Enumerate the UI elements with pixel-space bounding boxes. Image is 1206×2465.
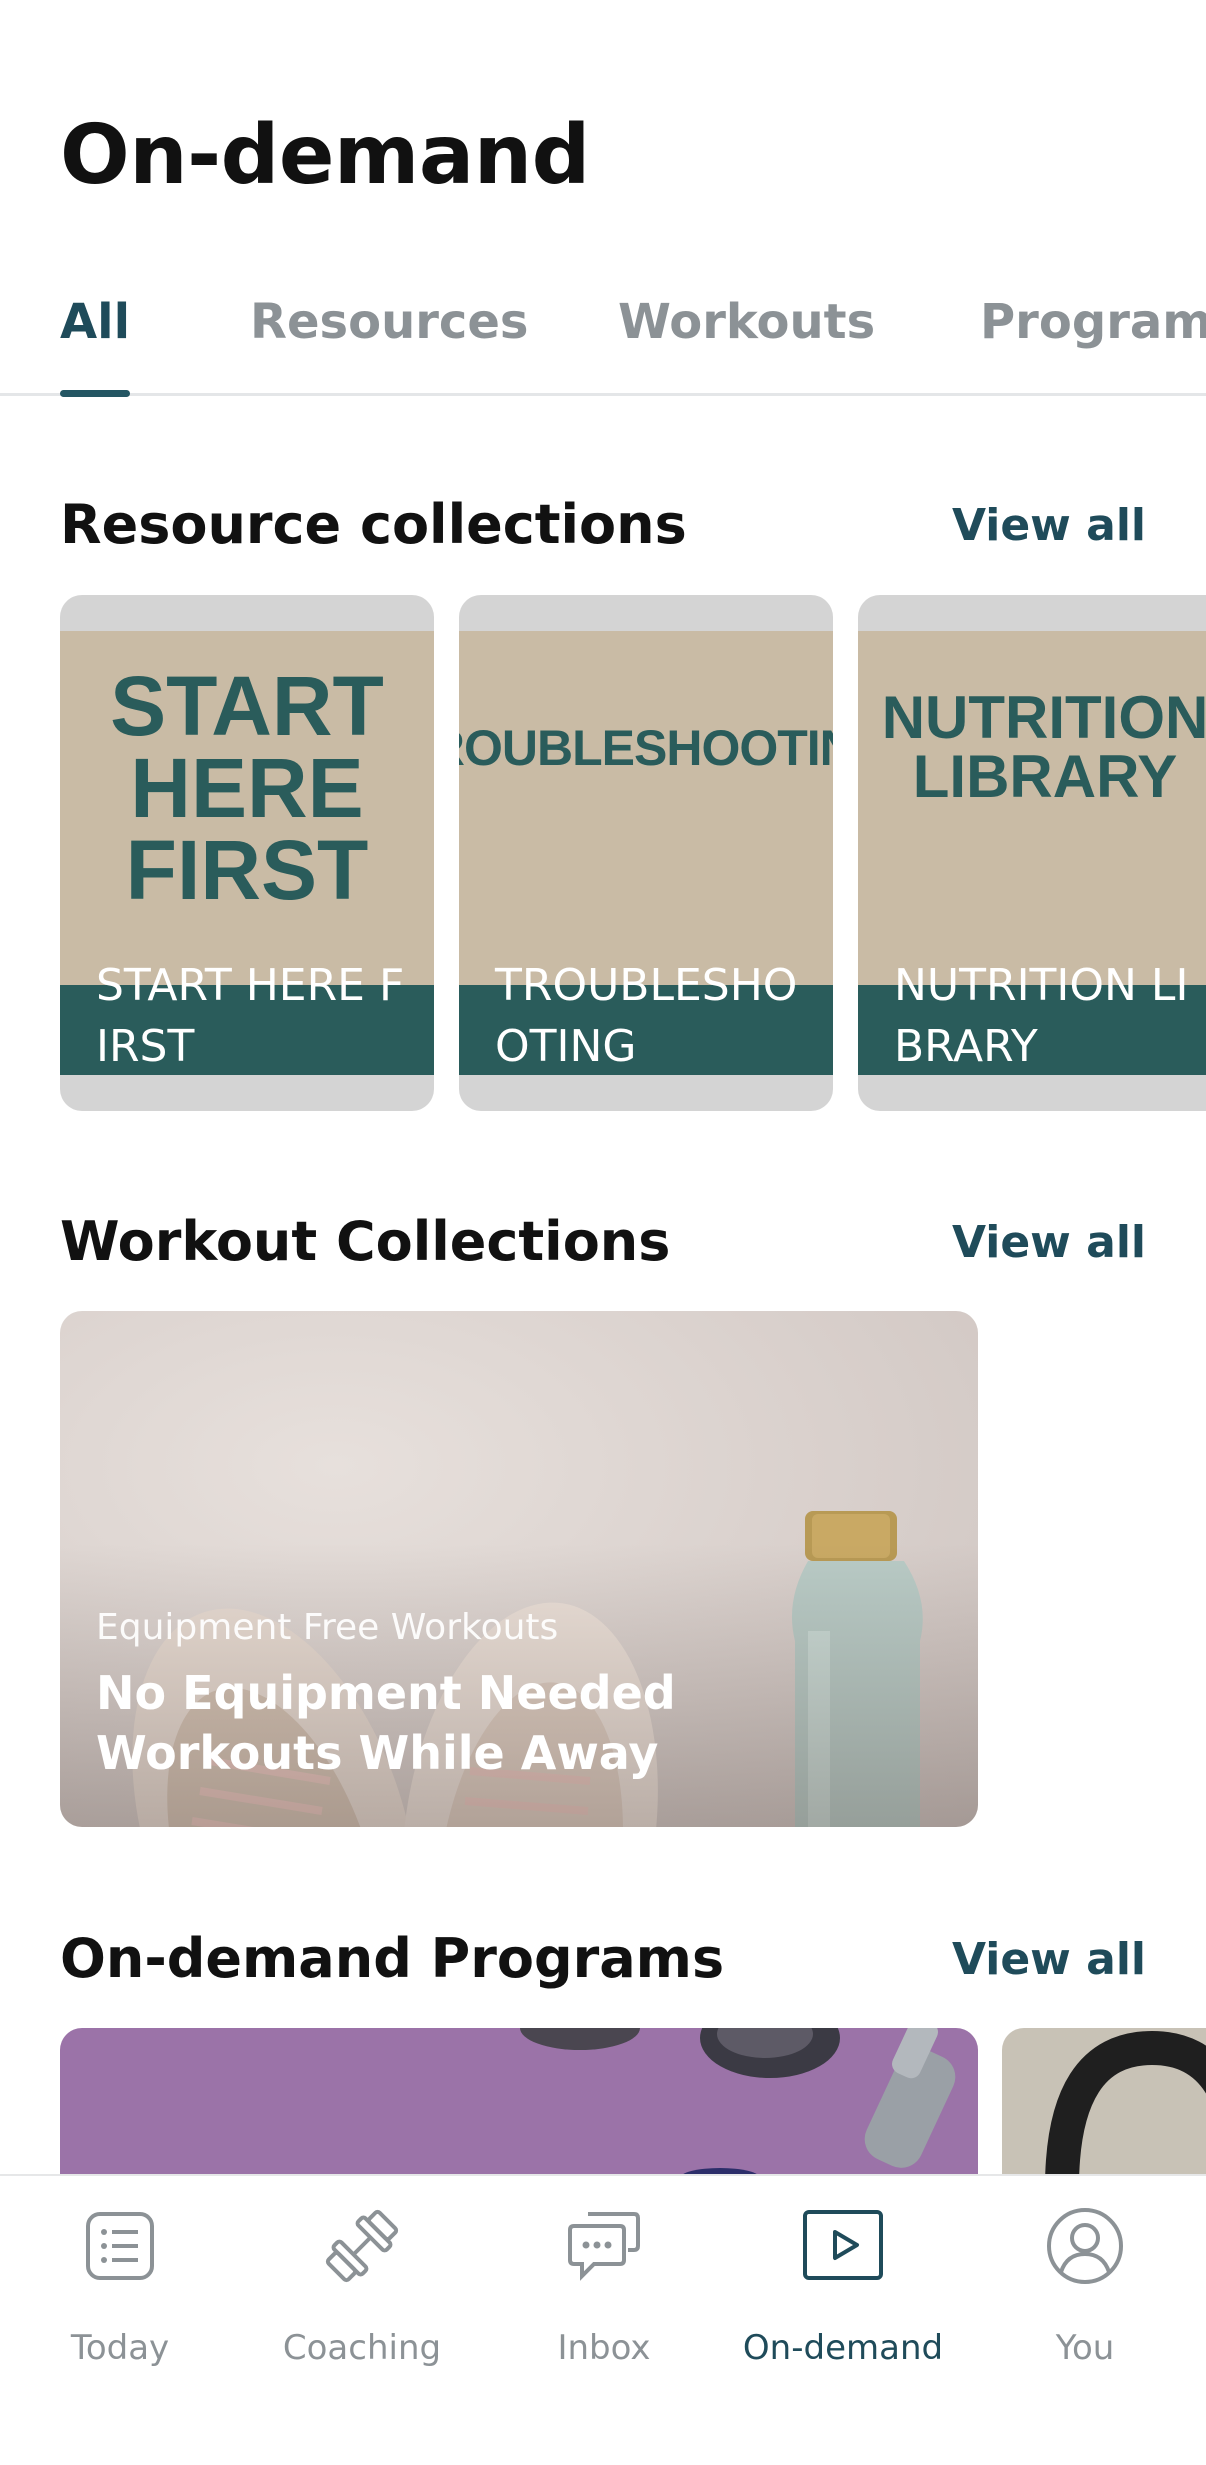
nav-inbox[interactable]: Inbox xyxy=(494,2206,714,2406)
workout-collections-view-all[interactable]: View all xyxy=(952,1217,1146,1268)
workout-card-title: No Equipment Needed Workouts While Away xyxy=(96,1666,676,1780)
workout-collection-card[interactable]: Equipment Free Workouts No Equipment Nee… xyxy=(60,1311,978,1827)
resource-card-troubleshooting[interactable]: TROUBLESHOOTING TROUBLESHOOTING xyxy=(459,595,833,1111)
resource-card-label: START HERE FIRST xyxy=(96,960,405,1072)
tab-all[interactable]: All xyxy=(60,286,131,397)
nav-label: Coaching xyxy=(282,2328,442,2368)
tab-workouts[interactable]: Workouts xyxy=(618,286,875,393)
nav-label: Inbox xyxy=(557,2328,651,2368)
nav-you[interactable]: You xyxy=(975,2206,1195,2406)
tab-programs[interactable]: Programs xyxy=(980,286,1206,393)
resource-collections-view-all[interactable]: View all xyxy=(952,500,1146,551)
programs-title: On-demand Programs xyxy=(60,1927,725,1990)
bottom-navigation: Today Coaching Inbox On-demand You xyxy=(0,2174,1206,2465)
resource-card-art: TROUBLESHOOTING xyxy=(459,631,833,985)
resource-card-label: TROUBLESHOOTING xyxy=(495,960,798,1072)
play-icon xyxy=(803,2210,883,2280)
workout-collections-title: Workout Collections xyxy=(60,1210,671,1273)
chat-icon xyxy=(568,2212,640,2281)
nav-on-demand[interactable]: On-demand xyxy=(733,2206,953,2406)
list-icon xyxy=(86,2212,154,2280)
tab-bar: All Resources Workouts Programs xyxy=(0,286,1206,397)
workout-card-subtitle: Equipment Free Workouts xyxy=(96,1607,559,1648)
program-card-image xyxy=(520,2028,956,2188)
dumbbell-icon xyxy=(325,2209,399,2283)
on-demand-screen: On-demand All Resources Workouts Program… xyxy=(0,0,1206,2465)
programs-view-all[interactable]: View all xyxy=(952,1934,1146,1985)
resource-card-label: NUTRITION LIBRARY xyxy=(894,960,1189,1072)
nav-coaching[interactable]: Coaching xyxy=(252,2206,472,2406)
kettlebell-image xyxy=(1045,2030,1206,2188)
page-title: On-demand xyxy=(60,108,590,203)
person-icon xyxy=(1047,2208,1123,2284)
nav-label: On-demand xyxy=(742,2328,944,2368)
resource-card-art: NUTRITION LIBRARY xyxy=(858,631,1206,985)
resource-card-art: START HERE FIRST xyxy=(60,631,434,985)
nav-label: You xyxy=(1055,2328,1115,2368)
nav-today[interactable]: Today xyxy=(10,2206,230,2406)
resource-collections-title: Resource collections xyxy=(60,493,687,556)
tab-resources[interactable]: Resources xyxy=(250,286,528,393)
resource-card-start-here[interactable]: START HERE FIRST START HERE FIRST xyxy=(60,595,434,1111)
nav-label: Today xyxy=(70,2328,170,2368)
resource-card-nutrition[interactable]: NUTRITION LIBRARY NUTRITION LIBRARY xyxy=(858,595,1206,1111)
